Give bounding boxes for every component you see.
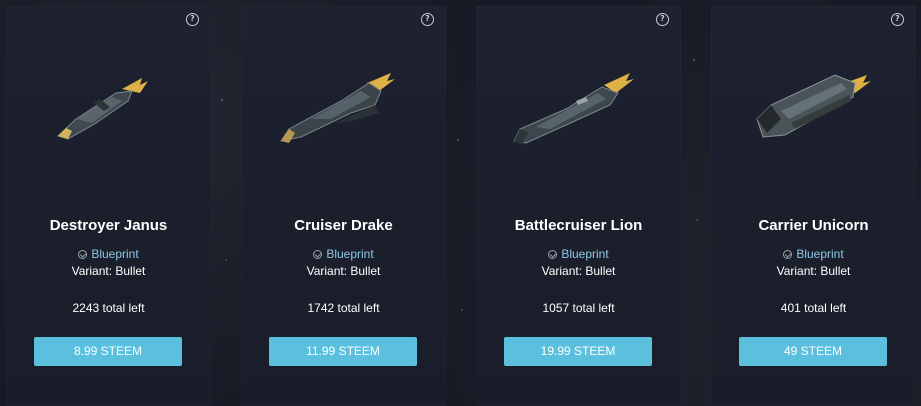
blueprint-tag: Blueprint xyxy=(476,247,681,261)
help-icon[interactable]: ? xyxy=(891,13,904,26)
ship-name: Cruiser Drake xyxy=(294,217,393,234)
buy-button[interactable]: 19.99 STEEM xyxy=(504,337,652,366)
check-circle-icon xyxy=(78,250,88,259)
ship-card-carrier-unicorn: ? Carrier Unicorn Blueprint Variant: Bul… xyxy=(711,6,916,406)
blueprint-label: Blueprint xyxy=(561,247,609,261)
ship-card-list: ? Destroyer Janus Blueprint Variant: Bul… xyxy=(6,6,916,406)
total-left-count: 401 total left xyxy=(780,301,847,315)
battlecruiser-ship-image xyxy=(506,61,651,161)
check-circle-icon xyxy=(548,250,558,259)
variant-label: Variant: Bullet xyxy=(541,264,616,278)
variant-label: Variant: Bullet xyxy=(71,264,146,278)
buy-button[interactable]: 49 STEEM xyxy=(739,337,887,366)
ship-name: Battlecruiser Lion xyxy=(514,217,643,234)
total-left-count: 2243 total left xyxy=(72,301,145,315)
ship-name: Carrier Unicorn xyxy=(758,217,869,234)
variant-label: Variant: Bullet xyxy=(776,264,851,278)
ship-card-battlecruiser-lion: ? Battlecruiser Lion Blueprint Variant: … xyxy=(476,6,681,406)
destroyer-ship-image xyxy=(36,61,181,161)
blueprint-tag: Blueprint xyxy=(241,247,446,261)
buy-button[interactable]: 11.99 STEEM xyxy=(269,337,417,366)
ship-card-cruiser-drake: ? Cruiser Drake Blueprint Variant: Bulle… xyxy=(241,6,446,406)
cruiser-ship-image xyxy=(271,61,416,161)
help-icon[interactable]: ? xyxy=(421,13,434,26)
ship-name: Destroyer Janus xyxy=(49,217,168,234)
check-circle-icon xyxy=(783,250,793,259)
carrier-ship-image xyxy=(741,61,886,161)
help-icon[interactable]: ? xyxy=(656,13,669,26)
blueprint-label: Blueprint xyxy=(326,247,374,261)
check-circle-icon xyxy=(313,250,323,259)
blueprint-label: Blueprint xyxy=(796,247,844,261)
buy-button[interactable]: 8.99 STEEM xyxy=(34,337,182,366)
blueprint-label: Blueprint xyxy=(91,247,139,261)
total-left-count: 1057 total left xyxy=(542,301,615,315)
blueprint-tag: Blueprint xyxy=(6,247,211,261)
ship-card-destroyer-janus: ? Destroyer Janus Blueprint Variant: Bul… xyxy=(6,6,211,406)
blueprint-tag: Blueprint xyxy=(711,247,916,261)
help-icon[interactable]: ? xyxy=(186,13,199,26)
variant-label: Variant: Bullet xyxy=(306,264,381,278)
total-left-count: 1742 total left xyxy=(307,301,380,315)
